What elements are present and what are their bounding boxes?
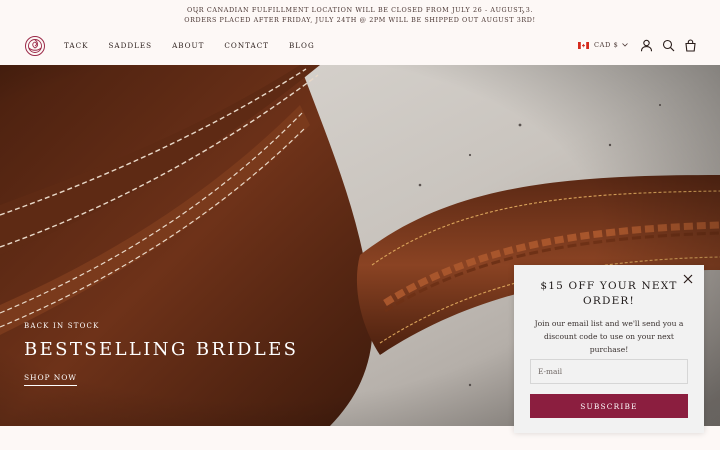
shop-now-link[interactable]: SHOP NOW bbox=[24, 373, 77, 386]
chevron-right-icon[interactable]: › bbox=[517, 7, 529, 19]
nav-item-about[interactable]: ABOUT bbox=[172, 41, 204, 51]
main-nav: TACK SADDLES ABOUT CONTACT BLOG bbox=[64, 41, 335, 51]
hero-eyebrow: BACK IN STOCK bbox=[24, 322, 100, 330]
announcement-line-2: ORDERS PLACED AFTER FRIDAY, JULY 24TH @ … bbox=[184, 16, 536, 24]
currency-selector[interactable]: CAD $ bbox=[578, 41, 629, 49]
search-icon[interactable] bbox=[662, 39, 675, 52]
hero-title: BESTSELLING BRIDLES bbox=[24, 339, 299, 360]
canada-flag-icon bbox=[578, 41, 589, 49]
rose-logo-icon[interactable] bbox=[24, 35, 46, 57]
nav-item-blog[interactable]: BLOG bbox=[289, 41, 315, 51]
site-header: TACK SADDLES ABOUT CONTACT BLOG CAD $ bbox=[0, 28, 720, 65]
nav-item-contact[interactable]: CONTACT bbox=[224, 41, 269, 51]
announcement-line-1: OUR CANADIAN FULFILLMENT LOCATION WILL B… bbox=[186, 6, 534, 14]
cart-icon[interactable] bbox=[684, 39, 697, 52]
subscribe-button[interactable]: SUBSCRIBE bbox=[530, 394, 688, 418]
hero-content: BACK IN STOCK BESTSELLING BRIDLES SHOP N… bbox=[24, 321, 298, 386]
chevron-down-icon bbox=[622, 43, 629, 47]
announcement-message: OUR CANADIAN FULFILLMENT LOCATION WILL B… bbox=[160, 5, 560, 25]
email-field[interactable] bbox=[530, 359, 688, 384]
newsletter-popup: $15 OFF YOUR NEXT ORDER! Join our email … bbox=[514, 265, 704, 433]
nav-item-tack[interactable]: TACK bbox=[64, 41, 88, 51]
account-icon[interactable] bbox=[640, 39, 653, 52]
nav-item-saddles[interactable]: SADDLES bbox=[108, 41, 152, 51]
announcement-bar: ‹ OUR CANADIAN FULFILLMENT LOCATION WILL… bbox=[0, 0, 720, 28]
popup-text: Join our email list and we'll send you a… bbox=[534, 319, 684, 354]
currency-label: CAD $ bbox=[594, 41, 619, 49]
popup-heading: $15 OFF YOUR NEXT ORDER! bbox=[540, 280, 678, 307]
